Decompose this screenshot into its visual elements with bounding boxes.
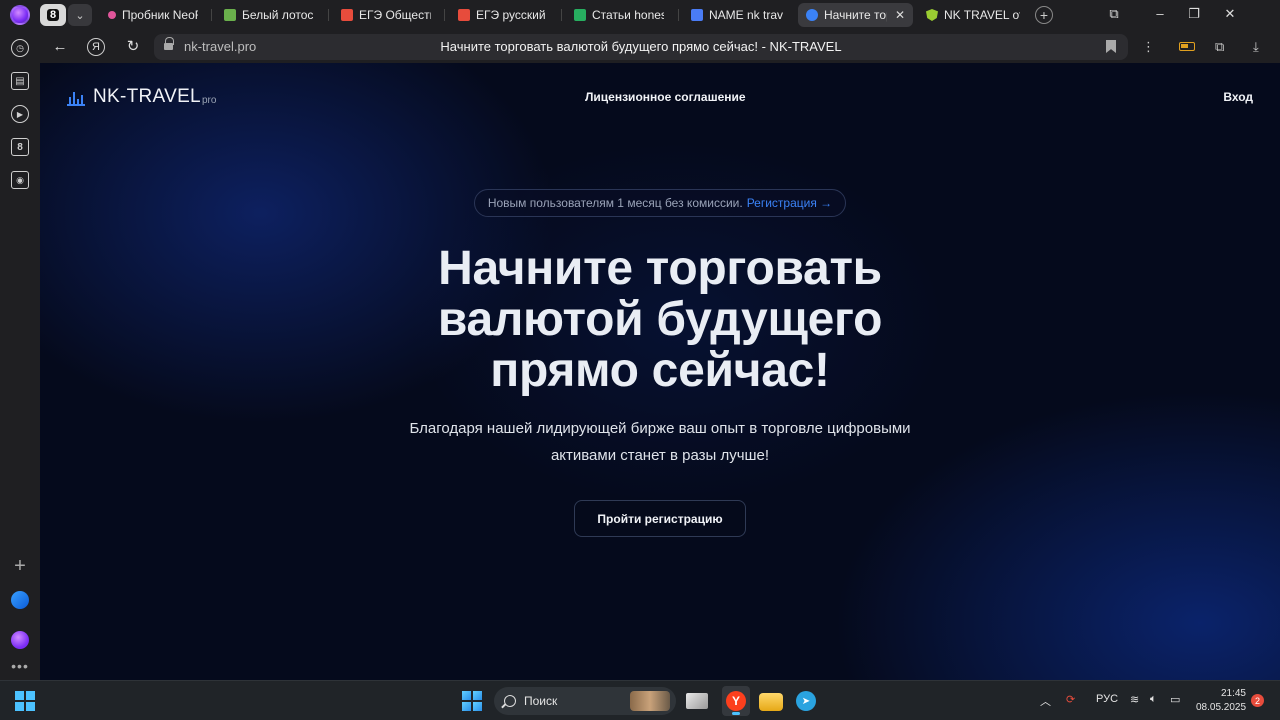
promo-banner: Новым пользователям 1 месяц без комиссии… — [474, 189, 846, 217]
more-dots-icon[interactable]: ••• — [11, 657, 29, 675]
nav-license-link[interactable]: Лицензионное соглашение — [585, 90, 746, 104]
tray-app-icon[interactable]: ⟳ — [1066, 693, 1075, 706]
reload-icon[interactable]: ↻ — [123, 37, 143, 57]
download-icon[interactable]: ⤓ — [1253, 39, 1259, 55]
battery-icon[interactable]: ▭ — [1170, 693, 1180, 706]
chart-bars-icon — [67, 90, 85, 106]
close-tab-icon[interactable]: ✕ — [895, 8, 905, 22]
tab-title: Пробник NeoFa — [122, 8, 198, 22]
search-icon — [504, 695, 516, 707]
alice-assistant-icon[interactable] — [10, 5, 30, 25]
clock-date: 08.05.2025 — [1196, 702, 1247, 713]
tab-8[interactable]: NK TRAVEL отз — [918, 3, 1028, 27]
address-bar[interactable]: nk-travel.pro Начните торговать валютой … — [154, 34, 1128, 60]
file-explorer-icon[interactable] — [759, 693, 783, 711]
volume-icon[interactable]: 🔈︎ — [1150, 693, 1157, 706]
browser-tab-bar: 8 ⌄ Пробник NeoFa Белый лотос 1- ЕГЭ Общ… — [0, 0, 1280, 31]
tab-favicon-icon — [458, 9, 470, 21]
tab-favicon-icon — [574, 9, 586, 21]
search-placeholder: Поиск — [524, 694, 558, 708]
browser-toolbar: ← Я ↻ nk-travel.pro Начните торговать ва… — [40, 31, 1280, 63]
hero-title: Начните торговать валютой будущего прямо… — [437, 242, 883, 397]
notes-icon[interactable]: ▤ — [11, 72, 29, 90]
tab-title: Статьи honest t — [592, 8, 664, 22]
yandex-browser-taskbar-icon[interactable]: Y — [722, 686, 750, 716]
yandex-disk-icon[interactable] — [11, 591, 29, 609]
tray-chevron-up-icon[interactable]: ︿ — [1040, 693, 1051, 709]
tab-favicon-icon — [224, 9, 236, 21]
clock-time: 21:45 — [1220, 688, 1246, 699]
chevron-down-icon[interactable]: ⌄ — [68, 4, 92, 26]
yandex-logo-icon[interactable]: Я — [87, 38, 105, 56]
widgets-icon[interactable] — [15, 691, 35, 711]
promo-register-link[interactable]: Регистрация → — [747, 196, 832, 210]
tab-title: ЕГЭ Общество — [359, 8, 431, 22]
notification-badge[interactable]: 2 — [1251, 694, 1264, 707]
tab-favicon-icon — [806, 9, 818, 21]
more-menu-icon[interactable]: ⋮ — [1142, 39, 1155, 55]
add-panel-icon[interactable]: + — [11, 555, 29, 577]
tab-counter-button[interactable]: 8 — [40, 4, 66, 26]
tab-title: Начните торг — [824, 8, 887, 22]
tab-title: NAME nk travel — [709, 8, 783, 22]
collections-icon[interactable]: ⧉ — [1104, 6, 1124, 22]
new-tab-button[interactable]: + — [1035, 6, 1053, 24]
logo-name: NK-TRAVEL — [93, 86, 201, 107]
tab-2[interactable]: Белый лотос 1- — [216, 3, 322, 27]
taskbar-search[interactable]: Поиск — [494, 687, 676, 715]
battery-saver-icon[interactable] — [1179, 42, 1195, 51]
sidebar-badge[interactable]: 8 — [11, 138, 29, 156]
restore-icon[interactable]: ❐ — [1184, 6, 1204, 22]
web-page: NK-TRAVEL pro Лицензионное соглашение Вх… — [40, 63, 1280, 680]
extensions-icon[interactable]: ⧉ — [1215, 39, 1224, 55]
nav-login-link[interactable]: Вход — [1223, 90, 1253, 104]
tab-title: NK TRAVEL отз — [944, 8, 1020, 22]
tab-favicon-icon — [341, 9, 353, 21]
tab-favicon-icon — [691, 9, 703, 21]
start-menu-icon[interactable] — [462, 691, 482, 711]
tab-1[interactable]: Пробник NeoFa — [100, 3, 206, 27]
tab-favicon-icon — [108, 11, 116, 19]
back-arrow-icon[interactable]: ← — [50, 37, 70, 57]
language-indicator[interactable]: РУС — [1096, 693, 1118, 705]
minimize-icon[interactable]: – — [1150, 6, 1170, 21]
telegram-icon[interactable]: ➤ — [796, 691, 816, 711]
video-play-icon[interactable]: ▶ — [11, 105, 29, 123]
tab-favicon-icon — [926, 9, 938, 21]
taskbar-clock[interactable]: 21:45 08.05.2025 — [1196, 687, 1246, 715]
tab-title: ЕГЭ русский яз — [476, 8, 548, 22]
register-button[interactable]: Пройти регистрацию — [574, 500, 746, 537]
browser-sidebar: ◷ ▤ ▶ 8 ◉ + ••• — [0, 31, 40, 680]
hero-subtitle: Благодаря нашей лидирующей бирже ваш опы… — [409, 420, 911, 464]
search-highlight-image — [630, 691, 670, 711]
tab-title: Белый лотос 1- — [242, 8, 314, 22]
tab-6[interactable]: NAME nk travel — [683, 3, 791, 27]
promo-text: Новым пользователям 1 месяц без комиссии… — [487, 196, 743, 210]
history-clock-icon[interactable]: ◷ — [11, 39, 29, 57]
alice-icon[interactable] — [11, 631, 29, 649]
screenshot-icon[interactable]: ◉ — [11, 171, 29, 189]
tab-7-active[interactable]: Начните торг ✕ — [798, 3, 913, 27]
close-window-icon[interactable]: ✕ — [1220, 6, 1240, 22]
tab-4[interactable]: ЕГЭ русский яз — [450, 3, 556, 27]
windows-taskbar: Поиск Y ➤ ︿ ⟳ РУС ≋ 🔈︎ ▭ 21:45 08.05.202… — [0, 680, 1280, 720]
wifi-icon[interactable]: ≋ — [1130, 693, 1139, 706]
page-title: Начните торговать валютой будущего прямо… — [440, 39, 842, 54]
site-logo[interactable]: NK-TRAVEL pro — [67, 86, 216, 108]
logo-tld: pro — [201, 95, 217, 106]
tab-3[interactable]: ЕГЭ Общество — [333, 3, 439, 27]
tab-5[interactable]: Статьи honest t — [566, 3, 672, 27]
task-view-icon[interactable] — [686, 693, 708, 709]
